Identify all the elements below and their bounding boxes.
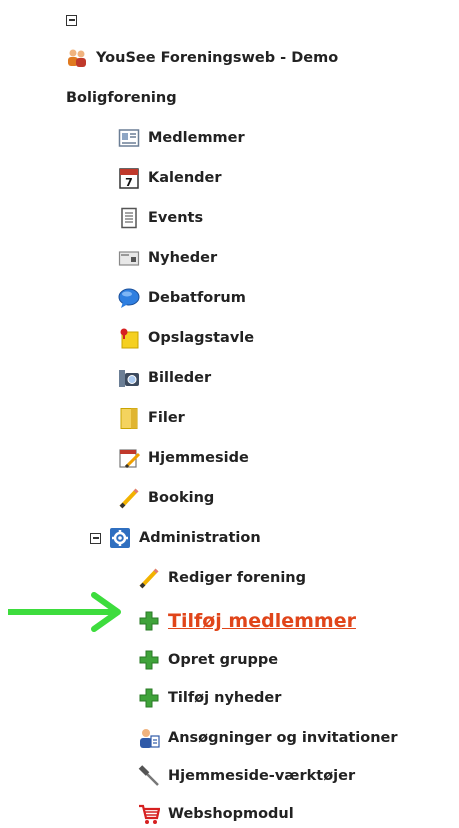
plus-icon (138, 649, 160, 671)
nav-item-administration[interactable]: Administration (90, 526, 261, 550)
pencil-icon (138, 567, 160, 589)
admin-item-label-selected[interactable]: Tilføj medlemmer (168, 610, 356, 632)
nav-item-label: Hjemmeside (148, 450, 249, 466)
admin-item-label: Tilføj nyheder (168, 690, 282, 706)
admin-item-tilfoej-nyheder[interactable]: Tilføj nyheder (138, 686, 281, 710)
nav-item-label: Medlemmer (148, 130, 245, 146)
sticky-note-pin-icon (118, 327, 140, 349)
org-title: YouSee Foreningsweb - Demo (96, 50, 339, 66)
green-arrow-icon (8, 592, 121, 632)
plus-icon (138, 687, 160, 709)
nav-item-hjemmeside[interactable]: Hjemmeside (118, 446, 249, 470)
plus-icon (138, 610, 160, 632)
admin-item-opret-gruppe[interactable]: Opret gruppe (138, 648, 278, 672)
group-users-icon (66, 47, 88, 69)
calendar-icon: 7 (118, 167, 140, 189)
folder-icon (118, 407, 140, 429)
collapse-minus-icon[interactable] (66, 14, 77, 26)
admin-item-hjemmeside-vaerktoejer[interactable]: Hjemmeside-værktøjer (138, 764, 355, 788)
admin-item-webshopmodul[interactable]: Webshopmodul (138, 802, 294, 826)
nav-item-label: Billeder (148, 370, 212, 386)
members-card-icon (118, 127, 140, 149)
admin-item-ansoegninger[interactable]: Ansøgninger og invitationer (138, 726, 398, 750)
user-id-icon (138, 727, 160, 749)
nav-item-label: Administration (139, 530, 261, 546)
admin-item-tilfoej-medlemmer[interactable]: Tilføj medlemmer (138, 606, 356, 636)
collapse-minus-icon[interactable] (90, 532, 101, 544)
nav-item-label: Booking (148, 490, 215, 506)
admin-item-label: Hjemmeside-værktøjer (168, 768, 356, 784)
document-list-icon (118, 207, 140, 229)
root-collapse-toggle[interactable] (66, 8, 77, 32)
nav-item-nyheder[interactable]: Nyheder (118, 246, 217, 270)
nav-item-filer[interactable]: Filer (118, 406, 185, 430)
pencil-icon (118, 487, 140, 509)
calendar-edit-icon (118, 447, 140, 469)
admin-item-label: Opret gruppe (168, 652, 279, 668)
svg-text:7: 7 (125, 176, 133, 189)
admin-item-rediger-forening[interactable]: Rediger forening (138, 566, 306, 590)
group-title-row[interactable]: Boligforening (66, 86, 177, 110)
nav-item-events[interactable]: Events (118, 206, 203, 230)
nav-item-label: Kalender (148, 170, 222, 186)
nav-item-label: Events (148, 210, 204, 226)
nav-item-booking[interactable]: Booking (118, 486, 214, 510)
nav-item-label: Filer (148, 410, 185, 426)
nav-item-kalender[interactable]: 7 Kalender (118, 166, 222, 190)
nav-item-label: Debatforum (148, 290, 246, 306)
nav-item-label: Opslagstavle (148, 330, 255, 346)
hammer-icon (138, 765, 160, 787)
navigation-tree: YouSee Foreningsweb - Demo Boligforening… (0, 0, 459, 828)
gear-icon (109, 527, 131, 549)
speech-bubble-icon (118, 287, 140, 309)
camera-icon (118, 367, 140, 389)
nav-item-medlemmer[interactable]: Medlemmer (118, 126, 245, 150)
group-title: Boligforening (66, 90, 177, 106)
admin-item-label: Rediger forening (168, 570, 307, 586)
nav-item-billeder[interactable]: Billeder (118, 366, 211, 390)
nav-item-debatforum[interactable]: Debatforum (118, 286, 246, 310)
nav-item-opslagstavle[interactable]: Opslagstavle (118, 326, 254, 350)
org-title-row[interactable]: YouSee Foreningsweb - Demo (66, 46, 338, 70)
admin-item-label: Webshopmodul (168, 806, 294, 822)
shopping-cart-icon (138, 803, 160, 825)
admin-item-label: Ansøgninger og invitationer (168, 730, 398, 746)
nav-item-label: Nyheder (148, 250, 218, 266)
news-icon (118, 247, 140, 269)
